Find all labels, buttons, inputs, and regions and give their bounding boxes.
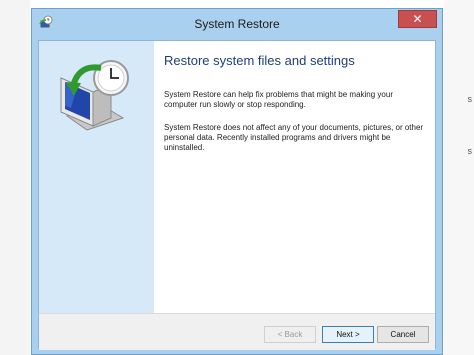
back-button[interactable]: < Back	[264, 326, 316, 343]
description-paragraph: System Restore does not affect any of yo…	[164, 123, 424, 152]
close-button[interactable]: ✕	[398, 10, 437, 28]
wizard-footer: < Back Next > Cancel	[39, 313, 435, 350]
description-paragraph: System Restore can help fix problems tha…	[164, 90, 393, 109]
system-restore-window: System Restore ✕ Restore system files an…	[31, 8, 443, 355]
next-button[interactable]: Next >	[322, 326, 374, 343]
background-text-fragment: s	[467, 146, 473, 156]
wizard-client-area: Restore system files and settings System…	[38, 40, 436, 350]
wizard-sidebar	[39, 41, 154, 313]
page-heading: Restore system files and settings	[164, 53, 355, 68]
system-restore-clock-icon	[60, 60, 129, 131]
window-title: System Restore	[194, 17, 280, 31]
cancel-button[interactable]: Cancel	[377, 326, 429, 343]
background-text-fragment: s	[467, 94, 473, 104]
desktop-background-right: s s	[444, 0, 474, 355]
title-bar[interactable]: System Restore ✕	[32, 9, 442, 40]
desktop-background-left	[0, 0, 30, 355]
